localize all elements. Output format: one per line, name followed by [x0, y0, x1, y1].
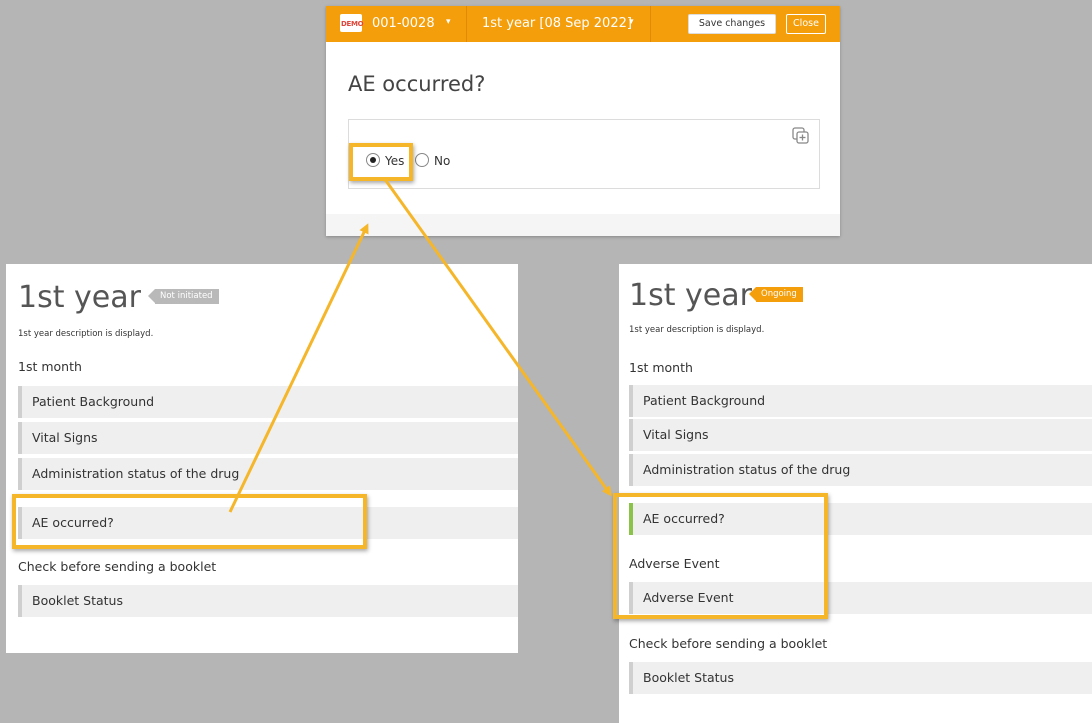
- copy-add-icon[interactable]: [791, 126, 811, 146]
- visit-title: 1st year: [18, 280, 141, 315]
- ae-entry-dialog: DEMO 001-0028 ▾ 1st year [08 Sep 2022] ▾…: [326, 6, 840, 236]
- subject-id-selector[interactable]: 001-0028: [372, 16, 435, 31]
- chevron-down-icon[interactable]: ▾: [629, 17, 634, 27]
- toolbar-divider: [650, 6, 651, 42]
- highlight-ae-items-after: [613, 493, 828, 619]
- form-item-booklet-status[interactable]: Booklet Status: [629, 662, 1092, 694]
- highlight-ae-item-before: [12, 494, 367, 549]
- radio-no[interactable]: [415, 153, 429, 167]
- section-heading: Check before sending a booklet: [629, 636, 828, 651]
- form-item-patient-background[interactable]: Patient Background: [18, 386, 518, 418]
- form-item-patient-background[interactable]: Patient Background: [629, 385, 1092, 417]
- section-heading: Check before sending a booklet: [18, 559, 217, 574]
- visit-selector[interactable]: 1st year [08 Sep 2022]: [482, 16, 632, 31]
- form-item-booklet-status[interactable]: Booklet Status: [18, 585, 518, 617]
- section-heading: 1st month: [18, 359, 82, 374]
- chevron-down-icon[interactable]: ▾: [446, 17, 451, 27]
- visit-title: 1st year: [629, 278, 752, 313]
- dialog-footer: [326, 214, 840, 236]
- close-button[interactable]: Close: [786, 14, 826, 34]
- visit-description: 1st year description is displayd.: [18, 329, 154, 339]
- save-changes-button[interactable]: Save changes: [688, 14, 776, 34]
- visit-panel-before: 1st year Not initiated 1st year descript…: [6, 264, 518, 653]
- dialog-title: AE occurred?: [348, 72, 486, 96]
- dialog-toolbar: DEMO 001-0028 ▾ 1st year [08 Sep 2022] ▾…: [326, 6, 840, 42]
- section-heading: 1st month: [629, 360, 693, 375]
- form-item-administration-status[interactable]: Administration status of the drug: [629, 454, 1092, 486]
- visit-description: 1st year description is displayd.: [629, 325, 765, 335]
- toolbar-divider: [466, 6, 467, 42]
- radio-no-label: No: [434, 154, 451, 168]
- status-badge: Ongoing: [749, 287, 803, 302]
- status-badge: Not initiated: [148, 289, 219, 304]
- highlight-yes-option: [349, 143, 413, 181]
- form-item-vital-signs[interactable]: Vital Signs: [18, 422, 518, 454]
- demo-badge-icon: DEMO: [340, 14, 364, 32]
- form-item-vital-signs[interactable]: Vital Signs: [629, 419, 1092, 451]
- form-item-administration-status[interactable]: Administration status of the drug: [18, 458, 518, 490]
